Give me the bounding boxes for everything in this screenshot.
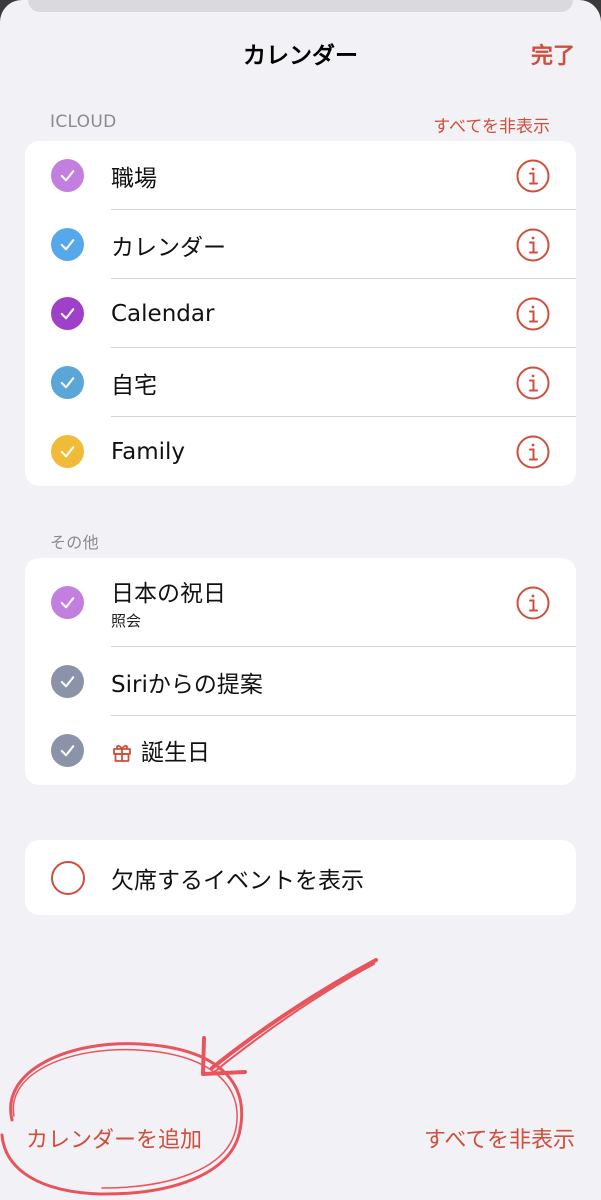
info-icon[interactable] (516, 586, 550, 620)
annotation-circle (0, 1042, 244, 1196)
check-icon[interactable] (51, 435, 84, 468)
show-declined-events-row[interactable]: 欠席するイベントを表示 (25, 840, 576, 915)
calendar-row-calendar[interactable]: Calendar (25, 279, 576, 348)
annotation-overlay (0, 958, 378, 1196)
icloud-calendar-list: 職場 カレンダー Calendar 自宅 Family (25, 141, 576, 486)
info-icon[interactable] (516, 366, 550, 400)
hide-all-button[interactable]: すべてを非表示 (424, 1122, 575, 1154)
unchecked-circle-icon[interactable] (51, 860, 85, 895)
calendar-label: 職場 (111, 165, 157, 192)
done-button[interactable]: 完了 (531, 38, 575, 70)
calendar-label: 自宅 (111, 372, 157, 399)
declined-events-group: 欠席するイベントを表示 (25, 840, 576, 915)
calendar-label: Family (111, 438, 186, 465)
check-icon[interactable] (51, 366, 84, 399)
info-icon[interactable] (516, 159, 550, 193)
calendar-row-family[interactable]: Family (25, 417, 576, 486)
check-icon[interactable] (51, 228, 84, 261)
check-icon[interactable] (51, 159, 84, 192)
calendar-label: カレンダー (111, 234, 226, 261)
calendar-row-home[interactable]: 自宅 (25, 348, 576, 417)
show-declined-events-label: 欠席するイベントを表示 (111, 867, 364, 894)
sheet-peek (28, 0, 573, 12)
icloud-section-header: ICLOUD (50, 112, 117, 132)
calendar-row-holidays[interactable]: 日本の祝日 照会 (25, 558, 576, 647)
info-icon[interactable] (516, 228, 550, 262)
calendar-row-work[interactable]: 職場 (25, 141, 576, 210)
calendar-label: 日本の祝日 (111, 581, 226, 607)
info-icon[interactable] (516, 297, 550, 331)
icloud-hide-all-button[interactable]: すべてを非表示 (433, 112, 550, 137)
calendar-row-siri-suggestions[interactable]: Siriからの提案 (25, 647, 576, 716)
check-icon[interactable] (51, 297, 84, 330)
calendar-label: Siriからの提案 (111, 671, 263, 698)
calendars-sheet: カレンダー 完了 ICLOUD すべてを非表示 職場 カレンダー Calenda… (0, 0, 601, 1200)
check-icon[interactable] (51, 586, 84, 619)
calendar-row-calendar-jp[interactable]: カレンダー (25, 210, 576, 279)
birthday-label: 誕生日 (141, 739, 210, 766)
annotation-arrow-head (201, 1036, 247, 1076)
page-title: カレンダー (243, 43, 358, 69)
other-calendar-list: 日本の祝日 照会 Siriからの提案 誕生日 (25, 558, 576, 785)
calendar-label-with-icon: 誕生日 (111, 733, 210, 769)
check-icon[interactable] (51, 734, 84, 767)
check-icon[interactable] (51, 665, 84, 698)
other-section-header: その他 (50, 533, 99, 552)
annotation-arrow-shaft (210, 958, 378, 1070)
add-calendar-button[interactable]: カレンダーを追加 (26, 1122, 202, 1154)
calendar-row-birthdays[interactable]: 誕生日 (25, 716, 576, 785)
calendar-sublabel: 照会 (111, 612, 142, 630)
info-icon[interactable] (516, 435, 550, 469)
calendar-label: Calendar (111, 300, 215, 327)
gift-icon (111, 741, 133, 769)
